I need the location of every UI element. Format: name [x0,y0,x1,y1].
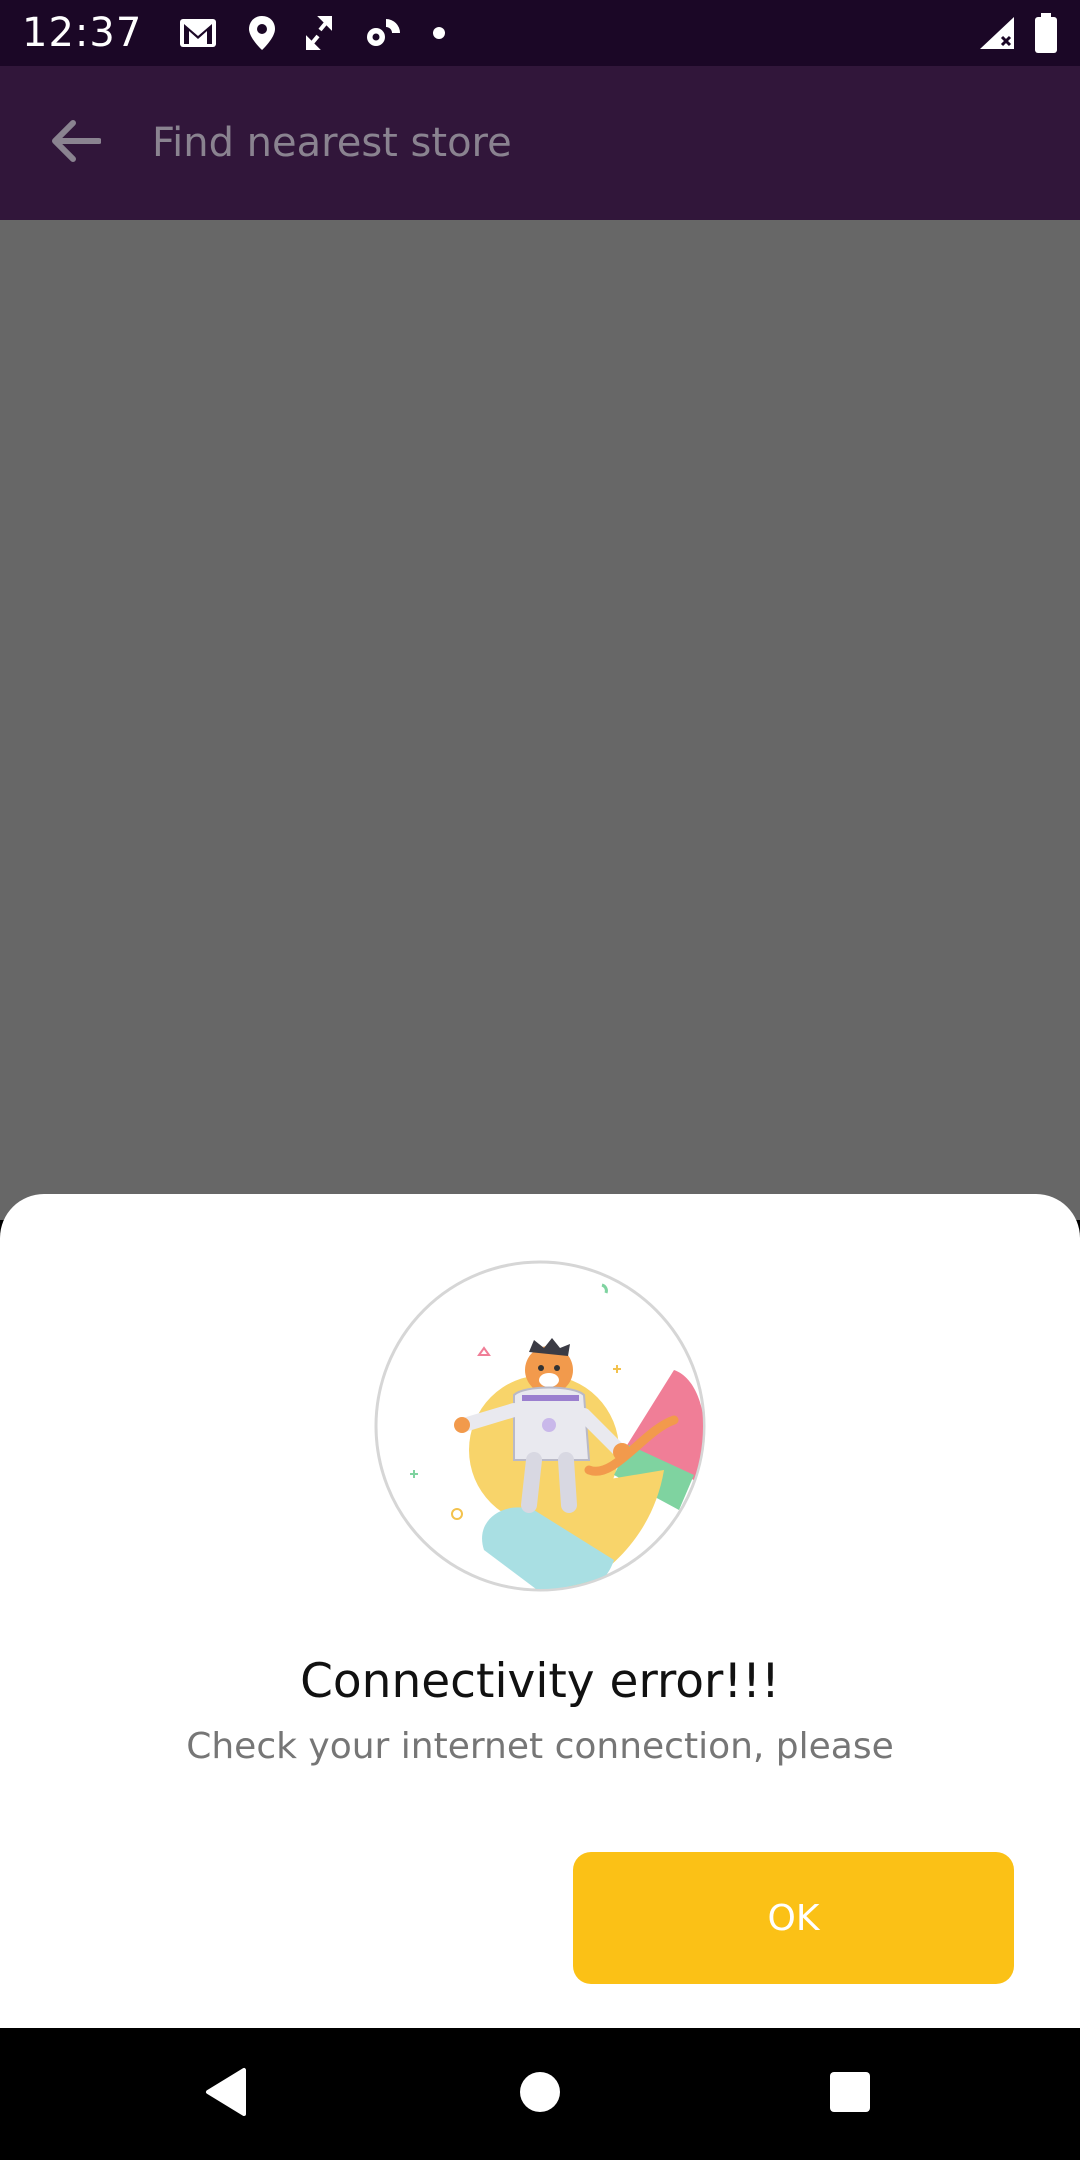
dialog-title: Connectivity error!!! [300,1654,780,1709]
gmail-icon [178,16,218,50]
recents-square-icon [828,2070,872,2119]
dot-icon [432,26,446,40]
back-button[interactable] [0,66,152,220]
battery-icon [1034,13,1058,53]
signal-icon [978,15,1016,51]
ok-button[interactable]: OK [573,1852,1014,1984]
dialog-subtitle: Check your internet connection, please [186,1726,894,1767]
home-circle-icon [518,2070,562,2119]
status-bar: 12:37 [0,0,1080,66]
tiger-astronaut-illustration [374,1260,706,1592]
back-triangle-icon [204,2067,248,2122]
nav-recents-button[interactable] [790,2034,910,2154]
error-bottom-sheet: Connectivity error!!! Check your interne… [0,1194,1080,2028]
page-title: Find nearest store [152,120,512,166]
nav-back-button[interactable] [166,2034,286,2154]
location-icon [248,15,276,51]
navigation-bar [0,2028,1080,2160]
transfer-icon [306,16,333,50]
status-right [978,13,1058,53]
content-scrim[interactable] [0,220,1080,1220]
screen: 12:37 Find nearest store Connectivity er… [0,0,1080,2160]
settings-sync-icon [362,15,402,51]
app-bar: Find nearest store [0,66,1080,220]
status-time: 12:37 [22,10,143,56]
nav-home-button[interactable] [480,2034,600,2154]
status-icons [178,15,446,51]
arrow-back-icon [51,119,102,168]
